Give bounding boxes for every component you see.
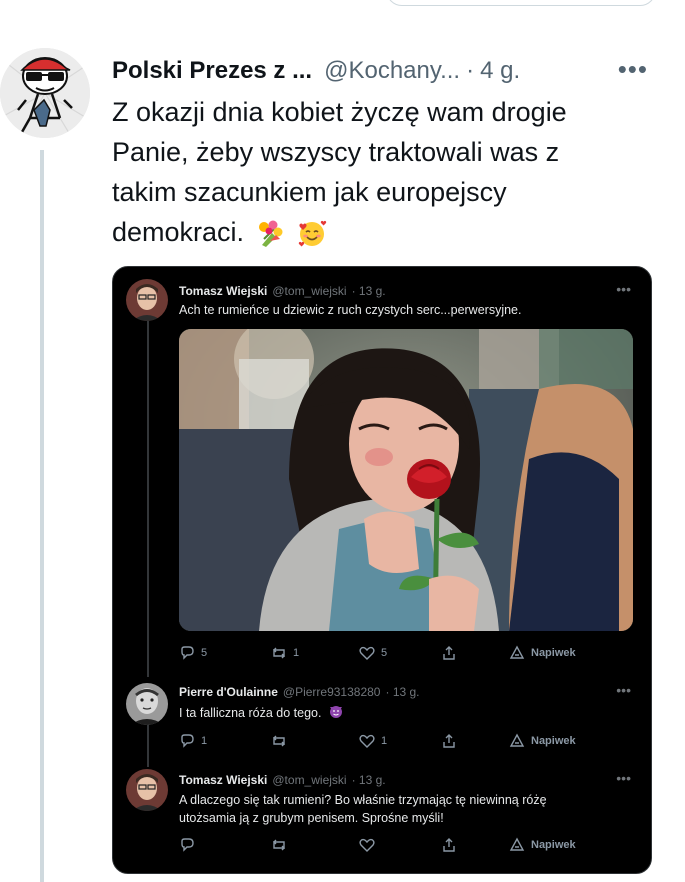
embedded-screenshot[interactable]: Tomasz Wiejski @tom_wiejski · 13 g. ••• …	[112, 266, 652, 874]
mini-like: 1	[359, 733, 387, 749]
tip-icon	[509, 645, 525, 659]
more-options-icon[interactable]: •••	[618, 54, 648, 85]
mini-like: 5	[359, 645, 387, 661]
share-icon	[443, 734, 455, 748]
heart-icon	[359, 734, 375, 748]
mini-retweet	[271, 837, 293, 853]
mini-actions: 5 1 5 Napiwek	[179, 645, 629, 665]
reply-icon	[181, 838, 194, 852]
tip-icon	[509, 733, 525, 747]
tip-label: Napiwek	[531, 647, 576, 659]
smiling-face-with-hearts-icon	[297, 219, 327, 249]
mini-post-body: I ta falliczna róża do tego.	[179, 705, 322, 720]
mini-like	[359, 837, 381, 853]
mini-post-text: A dlaczego się tak rumieni? Bo właśnie t…	[179, 793, 547, 825]
mini-share	[441, 733, 457, 749]
mini-avatar	[126, 769, 168, 811]
separator: ·	[466, 57, 475, 84]
photo-girl-with-rose	[179, 329, 633, 631]
reply-count: 5	[201, 647, 208, 659]
mini-more-icon: •••	[616, 682, 631, 698]
tip-label: Napiwek	[531, 839, 576, 851]
author-handle[interactable]: @Kochany...	[324, 57, 460, 85]
tip-icon	[509, 837, 525, 851]
tweet-body: Z okazji dnia kobiet życzę wam drogie Pa…	[112, 97, 567, 247]
retweet-icon	[273, 839, 285, 851]
heart-icon	[359, 838, 375, 852]
like-count: 5	[381, 647, 388, 659]
reply-icon	[181, 734, 194, 748]
mini-time: · 13 g.	[351, 284, 386, 298]
mini-avatar	[126, 279, 168, 321]
mini-share	[441, 645, 457, 661]
mini-more-icon: •••	[616, 770, 631, 786]
retweet-icon	[273, 735, 285, 747]
thread-line	[40, 150, 44, 882]
mini-author-name: Tomasz Wiejski	[179, 284, 268, 298]
retweet-icon	[273, 647, 285, 659]
mini-author-handle: @Pierre93138280	[282, 685, 381, 699]
mini-author-handle: @tom_wiejski	[272, 773, 347, 787]
author-avatar[interactable]	[0, 48, 90, 138]
tweet-time[interactable]: 4 g.	[480, 57, 520, 85]
mini-tip: Napiwek	[509, 645, 576, 661]
mini-post-header: Tomasz Wiejski @tom_wiejski · 13 g.	[179, 284, 386, 298]
mini-retweet: 1	[271, 645, 299, 661]
mini-post-header: Pierre d'Oulainne @Pierre93138280 · 13 g…	[179, 685, 420, 699]
mini-retweet	[271, 733, 293, 749]
mini-post-text: Ach te rumieńce u dziewic z ruch czystyc…	[179, 303, 522, 317]
smiling-devil-icon	[328, 703, 344, 724]
search-box-edge[interactable]	[386, 0, 656, 6]
mini-post-text: I ta falliczna róża do tego.	[179, 703, 609, 724]
share-icon	[443, 838, 455, 852]
mini-time: · 13 g.	[385, 685, 420, 699]
mini-more-icon: •••	[616, 281, 631, 297]
reply-count: 1	[201, 735, 208, 747]
mini-reply	[179, 837, 201, 853]
mini-post-header: Tomasz Wiejski @tom_wiejski · 13 g.	[179, 773, 386, 787]
bouquet-icon	[256, 219, 286, 249]
share-icon	[443, 646, 455, 660]
mini-actions: 1 1 Napiwek	[179, 733, 629, 753]
tip-label: Napiwek	[531, 735, 576, 747]
heart-icon	[359, 646, 375, 660]
like-count: 1	[381, 735, 388, 747]
mini-avatar	[126, 683, 168, 725]
mini-author-name: Tomasz Wiejski	[179, 773, 268, 787]
mini-time: · 13 g.	[351, 773, 386, 787]
retweet-count: 1	[293, 647, 300, 659]
mini-thread-line	[147, 723, 149, 767]
mini-thread-line	[147, 321, 149, 677]
tweet-header: Polski Prezes z ... @Kochany... · 4 g. •…	[112, 54, 672, 86]
mini-tip: Napiwek	[509, 837, 576, 853]
reply-icon	[181, 646, 194, 660]
mini-tip: Napiwek	[509, 733, 576, 749]
mini-reply: 5	[179, 645, 207, 661]
mini-author-handle: @tom_wiejski	[272, 284, 347, 298]
mini-share	[441, 837, 457, 853]
author-name[interactable]: Polski Prezes z ...	[112, 57, 312, 85]
mini-actions: Napiwek	[179, 837, 629, 857]
mini-reply: 1	[179, 733, 207, 749]
mini-author-name: Pierre d'Oulainne	[179, 685, 278, 699]
tweet-text: Z okazji dnia kobiet życzę wam drogie Pa…	[112, 92, 612, 252]
